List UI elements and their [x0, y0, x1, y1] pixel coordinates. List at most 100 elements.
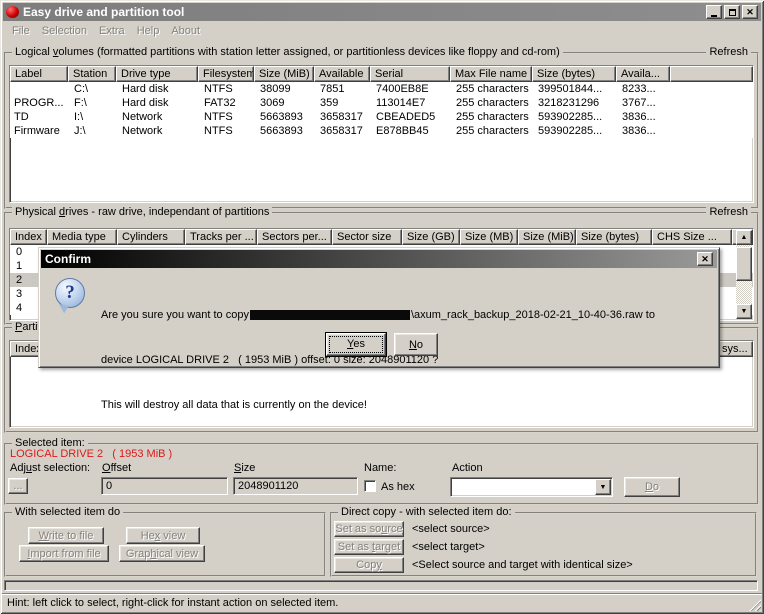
copy-button[interactable]: Copy: [334, 557, 404, 573]
table-row[interactable]: PROGR... F:\ Hard disk FAT32 3069 359 11…: [10, 96, 753, 110]
chevron-down-icon[interactable]: ▼: [595, 479, 611, 495]
cell-label: [10, 82, 68, 96]
menu-item-file[interactable]: File: [6, 24, 36, 38]
logical-volumes-refresh[interactable]: Refresh: [706, 46, 751, 58]
import-from-file-button[interactable]: Import from file: [19, 545, 109, 562]
minimize-button[interactable]: [706, 5, 722, 19]
column-header[interactable]: Index: [10, 229, 47, 245]
cell-size-mib: 38099: [254, 82, 314, 96]
dialog-message-line3: This will destroy all data that is curre…: [101, 398, 709, 413]
cell-size-bytes: 593902285...: [532, 124, 616, 138]
column-header[interactable]: Sectors per...: [257, 229, 332, 245]
table-row[interactable]: TD I:\ Network NTFS 5663893 3658317 CBEA…: [10, 110, 753, 124]
confirm-dialog: Confirm ✕ ? Are you sure you want to cop…: [38, 247, 720, 368]
dialog-title-bar[interactable]: Confirm ✕: [41, 250, 717, 268]
column-header[interactable]: Size (MB): [460, 229, 518, 245]
column-header[interactable]: Serial: [370, 66, 450, 82]
menu-item-extra[interactable]: Extra: [93, 24, 131, 38]
cell-filesystem: NTFS: [198, 82, 254, 96]
column-header[interactable]: Availa...: [616, 66, 670, 82]
cell-size-bytes: 3218231296: [532, 96, 616, 110]
column-header[interactable]: Drive type: [116, 66, 198, 82]
column-header[interactable]: sys...: [717, 341, 753, 357]
offset-field[interactable]: 0: [101, 477, 228, 495]
adjust-selection-button[interactable]: ...: [8, 478, 28, 494]
set-as-source-button[interactable]: Set as source: [334, 521, 404, 537]
app-icon: [6, 6, 19, 18]
column-header-filler: [670, 66, 753, 82]
column-header[interactable]: Size (bytes): [532, 66, 616, 82]
selected-item-value: LOGICAL DRIVE 2 ( 1953 MiB ): [10, 448, 172, 460]
physical-drives-scrollbar[interactable]: ▲ ▼: [736, 230, 752, 319]
cell-serial: E878BB45: [370, 124, 450, 138]
maximize-button[interactable]: [724, 5, 740, 19]
name-label: Name:: [364, 462, 396, 474]
close-icon: ✕: [701, 255, 709, 264]
set-as-target-button[interactable]: Set as target: [334, 539, 404, 555]
physical-drives-header: Index Media type Cylinders Tracks per ..…: [10, 229, 753, 245]
action-label: Action: [452, 462, 483, 474]
close-button[interactable]: ✕: [742, 5, 758, 19]
resize-grip[interactable]: [748, 598, 761, 611]
column-header[interactable]: Size (MiB): [254, 66, 314, 82]
column-header[interactable]: Station: [68, 66, 116, 82]
column-header[interactable]: Tracks per ...: [185, 229, 257, 245]
column-header[interactable]: Label: [10, 66, 68, 82]
size-field[interactable]: 2048901120: [233, 477, 358, 495]
cell-drive-type: Network: [116, 124, 198, 138]
cell-station: C:\: [68, 82, 116, 96]
adjust-selection-label: Adjust selection:: [10, 462, 90, 474]
yes-button[interactable]: Yes: [326, 333, 386, 356]
no-button[interactable]: No: [394, 333, 438, 356]
column-header[interactable]: Size (bytes): [576, 229, 652, 245]
graphical-view-button[interactable]: Graphical view: [119, 545, 205, 562]
scroll-down-icon[interactable]: ▼: [736, 304, 752, 319]
column-header[interactable]: CHS Size ...: [652, 229, 732, 245]
cell-max-file-name: 255 characters: [450, 124, 532, 138]
column-header[interactable]: Cylinders: [117, 229, 185, 245]
cell-label: PROGR...: [10, 96, 68, 110]
cell-available: 3658317: [314, 110, 370, 124]
menu-item-about[interactable]: About: [165, 24, 206, 38]
offset-label: Offset: [102, 462, 131, 474]
size-label: Size: [234, 462, 255, 474]
column-header[interactable]: Size (GB): [402, 229, 460, 245]
maximize-icon: [729, 9, 736, 16]
column-header[interactable]: Max File name: [450, 66, 532, 82]
status-hint: Hint: left click to select, right-click …: [7, 597, 338, 609]
cell-size-bytes: 593902285...: [532, 110, 616, 124]
do-button[interactable]: Do: [624, 477, 680, 497]
logical-volumes-header: Label Station Drive type Filesystem Size…: [10, 66, 753, 82]
logical-volumes-list[interactable]: Label Station Drive type Filesystem Size…: [9, 65, 754, 203]
physical-drives-refresh[interactable]: Refresh: [706, 206, 751, 218]
cell-available: 359: [314, 96, 370, 110]
column-header[interactable]: Sector size: [332, 229, 402, 245]
cell-filesystem: FAT32: [198, 96, 254, 110]
scrollbar-thumb[interactable]: [736, 247, 752, 281]
menu-item-help[interactable]: Help: [131, 24, 166, 38]
logical-volumes-title: Logical volumes (formatted partitions wi…: [12, 46, 563, 58]
menu-item-selection[interactable]: Selection: [36, 24, 93, 38]
table-row[interactable]: Firmware J:\ Network NTFS 5663893 365831…: [10, 124, 753, 138]
app-window: Easy drive and partition tool ✕ File Sel…: [0, 0, 764, 614]
hex-view-button[interactable]: Hex view: [126, 527, 200, 544]
column-header[interactable]: Available: [314, 66, 370, 82]
column-header[interactable]: Filesystem: [198, 66, 254, 82]
column-header[interactable]: Media type: [47, 229, 117, 245]
logical-volumes-group: Logical volumes (formatted partitions wi…: [4, 52, 759, 209]
write-to-file-button[interactable]: Write to file: [28, 527, 104, 544]
message-after-redaction: \axum_rack_backup_2018-02-21_10-40-36.ra…: [411, 309, 655, 321]
cell-size-bytes: 399501844...: [532, 82, 616, 96]
cell-serial: 7400EB8E: [370, 82, 450, 96]
as-hex-checkbox[interactable]: [364, 480, 376, 492]
message-before-redaction: Are you sure you want to copy: [101, 309, 249, 321]
cell-max-file-name: 255 characters: [450, 110, 532, 124]
title-bar[interactable]: Easy drive and partition tool ✕: [3, 3, 761, 21]
action-combobox[interactable]: ▼: [450, 477, 613, 497]
column-header[interactable]: Size (MiB): [518, 229, 576, 245]
scrollbar-track[interactable]: [736, 245, 752, 304]
dialog-close-button[interactable]: ✕: [697, 252, 713, 266]
cell-size-mib: 3069: [254, 96, 314, 110]
table-row[interactable]: C:\ Hard disk NTFS 38099 7851 7400EB8E 2…: [10, 82, 753, 96]
scroll-up-icon[interactable]: ▲: [736, 230, 752, 245]
